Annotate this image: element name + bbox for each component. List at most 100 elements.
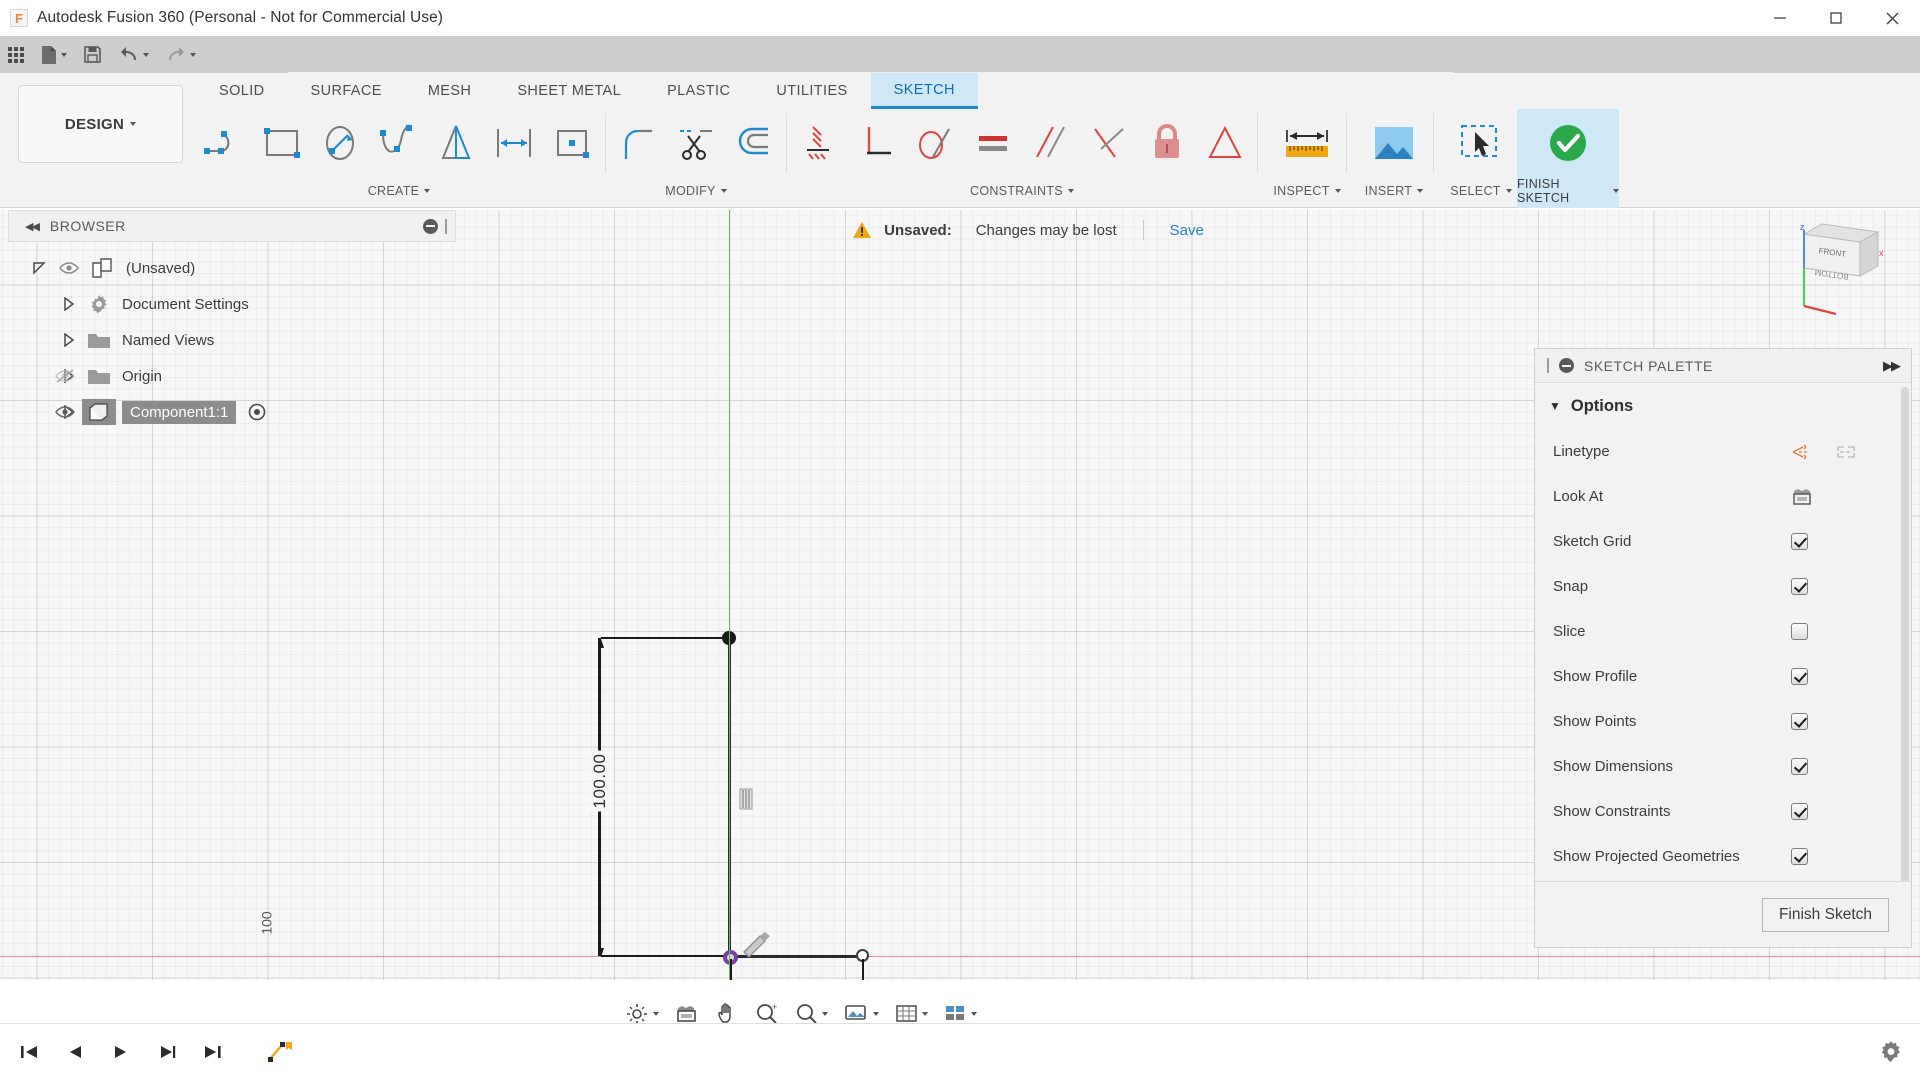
- visibility-eye-icon[interactable]: [48, 405, 82, 419]
- tab-surface[interactable]: SURFACE: [288, 73, 405, 109]
- collapse-all-icon[interactable]: [423, 219, 438, 234]
- palette-row-look-at[interactable]: Look At: [1535, 474, 1911, 519]
- tree-item-document-settings[interactable]: Document Settings: [8, 286, 456, 322]
- ribbon-group-label-select[interactable]: SELECT: [1445, 177, 1517, 205]
- maximize-button[interactable]: [1808, 0, 1864, 36]
- tree-item-component1[interactable]: Component1:1: [8, 394, 456, 430]
- options-section-header[interactable]: ▼ Options: [1535, 383, 1911, 429]
- palette-row-show-points[interactable]: Show Points: [1535, 699, 1911, 744]
- vertical-constraint-glyph[interactable]: [738, 788, 754, 810]
- tab-mesh[interactable]: MESH: [405, 73, 495, 109]
- show-projected-geometries-checkbox[interactable]: [1791, 848, 1808, 865]
- tree-item-unsaved[interactable]: (Unsaved): [8, 250, 456, 286]
- offset-tool[interactable]: [725, 112, 783, 174]
- tab-plastic[interactable]: PLASTIC: [644, 73, 753, 109]
- view-cube[interactable]: FRONT BOTTOM x z: [1774, 220, 1884, 320]
- palette-row-snap[interactable]: Snap: [1535, 564, 1911, 609]
- close-button[interactable]: [1864, 0, 1920, 36]
- expand-arrow-icon[interactable]: [56, 297, 82, 311]
- show-points-checkbox[interactable]: [1791, 713, 1808, 730]
- tab-solid[interactable]: SOLID: [196, 73, 288, 109]
- perpendicular-constraint-tool[interactable]: [848, 112, 906, 174]
- midpoint-constraint-tool[interactable]: [1080, 112, 1138, 174]
- go-to-beginning-button[interactable]: [10, 1032, 48, 1072]
- visibility-hidden-icon[interactable]: [48, 368, 82, 384]
- tab-utilities[interactable]: UTILITIES: [753, 73, 870, 109]
- palette-row-show-profile[interactable]: Show Profile: [1535, 654, 1911, 699]
- spline-tool[interactable]: [370, 112, 428, 174]
- symmetry-constraint-tool[interactable]: [1196, 112, 1254, 174]
- circle-tool[interactable]: [312, 112, 370, 174]
- show-constraints-checkbox[interactable]: [1791, 803, 1808, 820]
- palette-row-slice[interactable]: Slice: [1535, 609, 1911, 654]
- minimize-button[interactable]: [1752, 0, 1808, 36]
- expand-arrow-icon[interactable]: [26, 261, 52, 275]
- ribbon-group-label-constraints[interactable]: CONSTRAINTS: [790, 177, 1254, 205]
- expand-palette-icon[interactable]: ▶▶: [1883, 358, 1899, 374]
- undo-button[interactable]: [110, 36, 157, 73]
- tree-item-origin[interactable]: Origin: [8, 358, 456, 394]
- measure-tool[interactable]: [1271, 107, 1343, 179]
- expand-arrow-icon[interactable]: [56, 333, 82, 347]
- coincident-constraint-tool[interactable]: [790, 112, 848, 174]
- activate-component-icon[interactable]: [248, 403, 266, 421]
- ribbon-group-label-inspect[interactable]: INSPECT: [1271, 177, 1343, 205]
- panel-grip-icon[interactable]: [1547, 358, 1549, 373]
- play-button[interactable]: [102, 1032, 140, 1072]
- go-to-end-button[interactable]: [194, 1032, 232, 1072]
- redo-button[interactable]: [157, 36, 204, 73]
- ribbon-group-label-insert[interactable]: INSERT: [1358, 177, 1430, 205]
- palette-row-show-constraints[interactable]: Show Constraints: [1535, 789, 1911, 834]
- palette-row-3d-sketch[interactable]: 3D Sketch: [1535, 879, 1911, 881]
- palette-row-linetype[interactable]: Linetype: [1535, 429, 1911, 474]
- visibility-eye-icon[interactable]: [52, 261, 86, 275]
- ribbon-group-label-finish[interactable]: FINISH SKETCH: [1517, 177, 1619, 205]
- workspace-switcher[interactable]: DESIGN: [18, 85, 183, 163]
- parallel-constraint-tool[interactable]: [1022, 112, 1080, 174]
- timeline-settings-button[interactable]: [1878, 1039, 1904, 1065]
- collapse-palette-icon[interactable]: [1559, 358, 1574, 373]
- ribbon-group-label-create[interactable]: CREATE: [196, 177, 602, 205]
- finish-sketch-button[interactable]: Finish Sketch: [1762, 898, 1889, 932]
- fix-unfix-constraint-tool[interactable]: [1138, 112, 1196, 174]
- palette-row-show-dimensions[interactable]: Show Dimensions: [1535, 744, 1911, 789]
- palette-scrollbar[interactable]: [1901, 387, 1909, 881]
- slice-checkbox[interactable]: [1791, 623, 1808, 640]
- show-data-panel-button[interactable]: [0, 36, 32, 73]
- centerline-linetype-icon[interactable]: [1835, 442, 1857, 462]
- timeline-sketch-feature[interactable]: [262, 1032, 300, 1072]
- dimension-value-vertical[interactable]: 100.00: [589, 751, 611, 812]
- equal-constraint-tool[interactable]: [964, 112, 1022, 174]
- mirror-tool[interactable]: [428, 112, 486, 174]
- look-at-icon[interactable]: [1791, 487, 1813, 507]
- fillet-tool[interactable]: [609, 112, 667, 174]
- rectangle-tool[interactable]: [254, 112, 312, 174]
- offset-distance-tool[interactable]: [486, 112, 544, 174]
- palette-row-sketch-grid[interactable]: Sketch Grid: [1535, 519, 1911, 564]
- tree-item-named-views[interactable]: Named Views: [8, 322, 456, 358]
- snap-checkbox[interactable]: [1791, 578, 1808, 595]
- trim-tool[interactable]: [667, 112, 725, 174]
- palette-row-show-projected-geometries[interactable]: Show Projected Geometries: [1535, 834, 1911, 879]
- insert-canvas-tool[interactable]: [1358, 107, 1430, 179]
- ribbon-group-label-modify[interactable]: MODIFY: [609, 177, 783, 205]
- construction-linetype-icon[interactable]: [1791, 442, 1813, 462]
- rectangular-pattern-tool[interactable]: [544, 112, 602, 174]
- show-dimensions-checkbox[interactable]: [1791, 758, 1808, 775]
- line-tool[interactable]: [196, 112, 254, 174]
- tangent-constraint-tool[interactable]: [906, 112, 964, 174]
- panel-grip-icon[interactable]: [445, 219, 447, 234]
- sketch-grid-checkbox[interactable]: [1791, 533, 1808, 550]
- show-profile-checkbox[interactable]: [1791, 668, 1808, 685]
- select-tool[interactable]: [1445, 107, 1517, 179]
- collapse-browser-icon[interactable]: ◀◀: [25, 220, 38, 233]
- step-back-button[interactable]: [56, 1032, 94, 1072]
- ribbon-group-finish-sketch[interactable]: FINISH SKETCH: [1517, 109, 1619, 208]
- tab-sketch[interactable]: SKETCH: [871, 73, 978, 109]
- finish-sketch-label: FINISH SKETCH: [1517, 177, 1608, 205]
- finish-sketch-tool[interactable]: [1532, 107, 1604, 179]
- tab-sheet-metal[interactable]: SHEET METAL: [494, 73, 644, 109]
- save-button[interactable]: [75, 36, 110, 73]
- step-forward-button[interactable]: [148, 1032, 186, 1072]
- file-menu-button[interactable]: [32, 36, 75, 73]
